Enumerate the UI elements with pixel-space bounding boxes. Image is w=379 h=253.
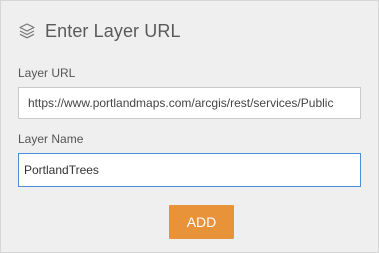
layers-icon [18, 22, 36, 40]
add-button[interactable]: ADD [169, 205, 234, 239]
enter-layer-url-panel: Enter Layer URL Layer URL Layer Name ADD [0, 0, 379, 253]
panel-title: Enter Layer URL [45, 20, 181, 41]
layer-name-input[interactable] [18, 153, 361, 187]
panel-header: Enter Layer URL [18, 19, 181, 43]
layer-url-input[interactable] [18, 87, 361, 119]
layer-url-label: Layer URL [18, 66, 76, 80]
layer-name-label: Layer Name [18, 132, 84, 146]
